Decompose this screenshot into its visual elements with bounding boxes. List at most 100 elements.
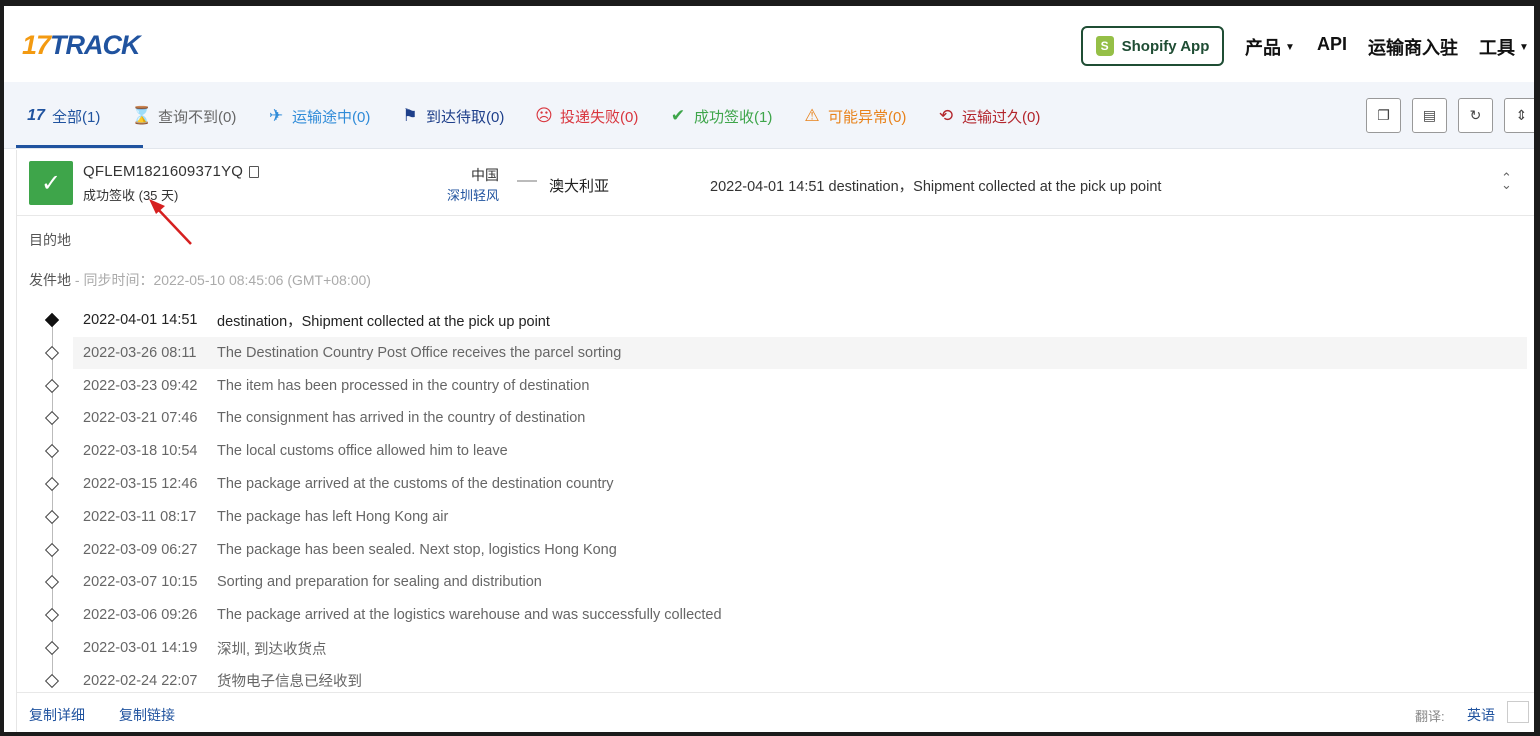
translate-language-select[interactable]: 英语	[1467, 705, 1495, 725]
event-time: 2022-02-24 22:07	[83, 672, 198, 689]
copy-details-link[interactable]: 复制详细	[29, 705, 85, 725]
timeline-event-row: 2022-03-26 08:11 The Destination Country …	[73, 336, 1527, 369]
warning-icon: ⚠	[804, 106, 820, 125]
event-time: 2022-03-07 10:15	[83, 574, 198, 591]
nav-tools[interactable]: 工具 ▼	[1479, 34, 1529, 60]
destination-section-label: 目的地	[29, 232, 71, 248]
timeline-event-row: 2022-03-11 08:17 The package has left Hon…	[73, 501, 1527, 533]
copy-button[interactable]: ❐	[1366, 98, 1401, 133]
tab-not-found[interactable]: ⌛ 查询不到(0)	[131, 105, 236, 127]
latest-event: 2022-04-01 14:51 destination，Shipment co…	[710, 179, 1162, 195]
status-tabs-bar: 17 全部(1) ⌛ 查询不到(0) ✈ 运输途中(0) ⚑ 到达待取(0) ☹…	[4, 82, 1534, 149]
collapse-icon[interactable]: ⌃ ⌄	[1501, 171, 1512, 191]
route-arrow-icon	[517, 180, 537, 182]
event-description: The consignment has arrived in the count…	[217, 410, 586, 427]
shopify-app-button[interactable]: S Shopify App	[1081, 26, 1224, 66]
event-time: 2022-03-09 06:27	[83, 541, 198, 558]
event-description: The package has left Hong Kong air	[217, 508, 449, 525]
history-clock-icon: ⟲	[938, 106, 954, 125]
shipment-summary[interactable]: ✓ QFLEM1821609371YQ 成功签收 (35 天) 中国 深圳轻风 …	[17, 150, 1534, 216]
timeline-dot-icon	[44, 608, 60, 623]
document-icon: ▤	[1422, 107, 1437, 123]
timeline-dot-icon	[44, 575, 60, 590]
event-time: 2022-03-01 14:19	[83, 640, 198, 656]
nav-products[interactable]: 产品 ▼	[1245, 34, 1295, 60]
timeline-line	[51, 322, 53, 683]
timeline-dot-icon	[44, 542, 60, 557]
event-description: The package has been sealed. Next stop, …	[217, 541, 617, 558]
red-arrow-annotation-icon	[149, 199, 192, 245]
timeline-dot-icon	[44, 312, 60, 328]
event-time: 2022-03-18 10:54	[83, 443, 198, 460]
check-icon: ✔	[670, 106, 686, 125]
delivered-status-icon: ✓	[29, 161, 73, 205]
nav-api[interactable]: API	[1317, 34, 1347, 55]
timeline-event-row: 2022-04-01 14:51 destination，Shipment col…	[73, 304, 1527, 336]
17track-logo[interactable]: 17 TRACK	[22, 30, 141, 61]
app-window: 17 TRACK S Shopify App 产品 ▼ API 运输商入驻 工具 ▼ …	[4, 6, 1534, 732]
origin-carrier-link[interactable]: 深圳轻风	[429, 185, 499, 204]
event-description: 货物电子信息已经收到	[217, 674, 362, 691]
timeline-event-row: 2022-03-18 10:54 The local customs office…	[73, 435, 1527, 467]
event-time: 2022-03-15 12:46	[83, 476, 198, 492]
event-description: The package arrived at the logistics war…	[217, 607, 722, 624]
chevron-down-icon: ▼	[1519, 41, 1529, 53]
timeline-dot-icon	[44, 673, 60, 688]
origin-section-label: 发件地 - 同步时间：2022-05-10 08:45:06 (GMT+08:0…	[29, 272, 371, 288]
destination-country: 澳大利亚	[549, 178, 610, 195]
event-time: 2022-04-01 14:51	[83, 312, 198, 328]
flag-icon: ⚑	[402, 106, 418, 125]
expand-all-button[interactable]: ⇕	[1504, 98, 1534, 133]
event-time: 2022-03-11 08:17	[83, 508, 197, 525]
sync-time: - 同步时间：2022-05-10 08:45:06 (GMT+08:00)	[71, 272, 371, 288]
timeline-dot-icon	[44, 640, 60, 656]
hourglass-icon: ⌛	[131, 106, 153, 125]
tab-delivered[interactable]: ✔ 成功签收(1)	[668, 105, 772, 127]
timeline-dot-icon	[44, 444, 60, 459]
translate-label: 翻译:	[1415, 709, 1445, 724]
shipment-card: ✓ QFLEM1821609371YQ 成功签收 (35 天) 中国 深圳轻风 …	[16, 150, 1534, 732]
chevron-down-icon: ▼	[1285, 41, 1295, 53]
copy-all-button[interactable]: ▤	[1412, 98, 1447, 133]
top-header: 17 TRACK S Shopify App 产品 ▼ API 运输商入驻 工具 ▼	[4, 6, 1534, 82]
origin-country: 中国	[471, 167, 499, 183]
tab-pickup[interactable]: ⚑ 到达待取(0)	[400, 105, 504, 127]
collapse-icon: ⇕	[1515, 107, 1528, 123]
event-description: The Destination Country Post Office rece…	[217, 344, 622, 361]
refresh-icon: ↻	[1469, 107, 1482, 123]
tab-expired[interactable]: ⟲ 运输过久(0)	[936, 105, 1040, 127]
nav-carrier-onboarding[interactable]: 运输商入驻	[1368, 34, 1458, 60]
translate-toggle-box[interactable]	[1507, 701, 1529, 723]
17-logo-icon: 17	[27, 107, 45, 124]
timeline-event-row: 2022-03-21 07:46 The consignment has arri…	[73, 402, 1527, 434]
event-description: Sorting and preparation for sealing and …	[217, 574, 542, 591]
timeline-dot-icon	[44, 378, 60, 393]
timeline-event-row: 2022-03-06 09:26 The package arrived at t…	[73, 599, 1527, 631]
timeline-dot-icon	[44, 476, 60, 492]
timeline-event-row: 2022-03-09 06:27 The package has been sea…	[73, 534, 1527, 566]
tracking-number: QFLEM1821609371YQ	[83, 163, 260, 180]
timeline-dot-icon	[44, 345, 60, 360]
copy-link-link[interactable]: 复制链接	[119, 705, 175, 725]
timeline-event-row: 2022-03-23 09:42 The item has been proces…	[73, 370, 1527, 402]
timeline-event-row: 2022-03-15 12:46 The package arrived at t…	[73, 468, 1527, 500]
copy-icon: ❐	[1377, 107, 1390, 123]
copy-icon[interactable]	[249, 165, 260, 178]
tab-in-transit[interactable]: ✈ 运输途中(0)	[266, 105, 370, 127]
tab-all[interactable]: 17 全部(1)	[26, 105, 100, 127]
event-time: 2022-03-06 09:26	[83, 607, 198, 624]
timeline-event-row: 2022-03-01 14:19 深圳, 到达收货点	[73, 632, 1527, 664]
event-description: The package arrived at the customs of th…	[217, 476, 614, 492]
event-description: The local customs office allowed him to …	[217, 443, 508, 460]
timeline-dot-icon	[44, 509, 60, 524]
event-description: 深圳, 到达收货点	[217, 641, 327, 658]
timeline-event-row: 2022-03-07 10:15 Sorting and preparation …	[73, 566, 1527, 598]
event-time: 2022-03-23 09:42	[83, 377, 198, 394]
refresh-button[interactable]: ↻	[1458, 98, 1493, 133]
event-time: 2022-03-21 07:46	[83, 410, 198, 427]
tab-alert[interactable]: ⚠ 可能异常(0)	[802, 105, 906, 127]
event-description: The item has been processed in the count…	[217, 377, 590, 394]
tab-undelivered[interactable]: ☹ 投递失败(0)	[534, 105, 638, 127]
card-footer: 复制详细 复制链接 翻译: 英语	[17, 692, 1534, 732]
sad-face-icon: ☹	[535, 106, 553, 125]
